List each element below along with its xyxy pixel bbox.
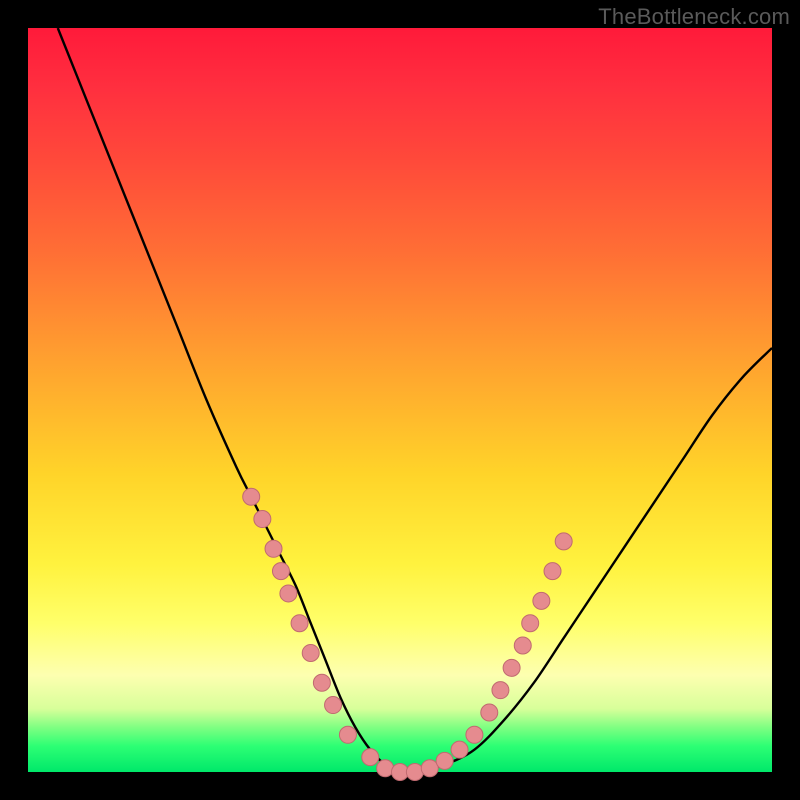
curve-dot — [421, 760, 438, 777]
plot-area — [28, 28, 772, 772]
curve-dot — [377, 760, 394, 777]
curve-dot — [302, 644, 319, 661]
curve-dot — [492, 682, 509, 699]
curve-dot — [243, 488, 260, 505]
curve-layer — [28, 28, 772, 772]
curve-dot — [522, 615, 539, 632]
curve-dot — [514, 637, 531, 654]
curve-dot — [533, 592, 550, 609]
curve-dot — [272, 563, 289, 580]
curve-dot — [265, 540, 282, 557]
chart-frame: TheBottleneck.com — [0, 0, 800, 800]
bottleneck-curve — [58, 28, 772, 773]
curve-dot — [280, 585, 297, 602]
curve-dot — [555, 533, 572, 550]
curve-dot — [466, 726, 483, 743]
curve-dot — [339, 726, 356, 743]
curve-dot — [325, 697, 342, 714]
curve-dot — [503, 659, 520, 676]
curve-dot — [313, 674, 330, 691]
curve-dot — [544, 563, 561, 580]
curve-dot — [362, 749, 379, 766]
curve-dot — [436, 752, 453, 769]
curve-dot — [481, 704, 498, 721]
curve-dots — [243, 488, 572, 780]
curve-dot — [291, 615, 308, 632]
curve-dot — [406, 764, 423, 781]
curve-dot — [254, 511, 271, 528]
curve-dot — [451, 741, 468, 758]
watermark-label: TheBottleneck.com — [598, 4, 790, 30]
